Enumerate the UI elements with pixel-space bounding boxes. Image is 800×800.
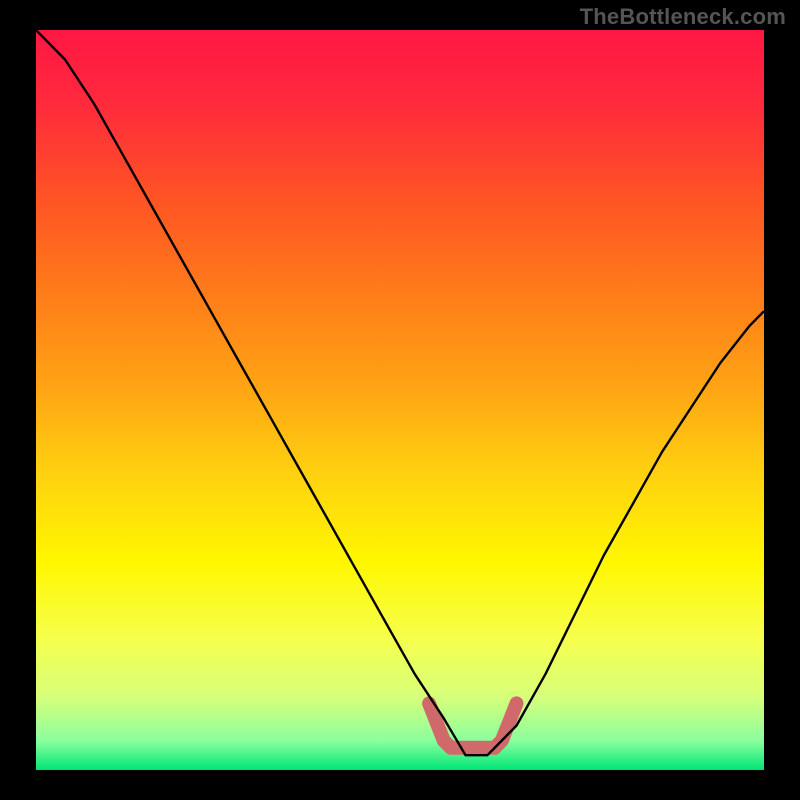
chart-stage: TheBottleneck.com (0, 0, 800, 800)
watermark-text: TheBottleneck.com (580, 4, 786, 30)
bottleneck-chart (0, 0, 800, 800)
gradient-background (36, 30, 764, 770)
